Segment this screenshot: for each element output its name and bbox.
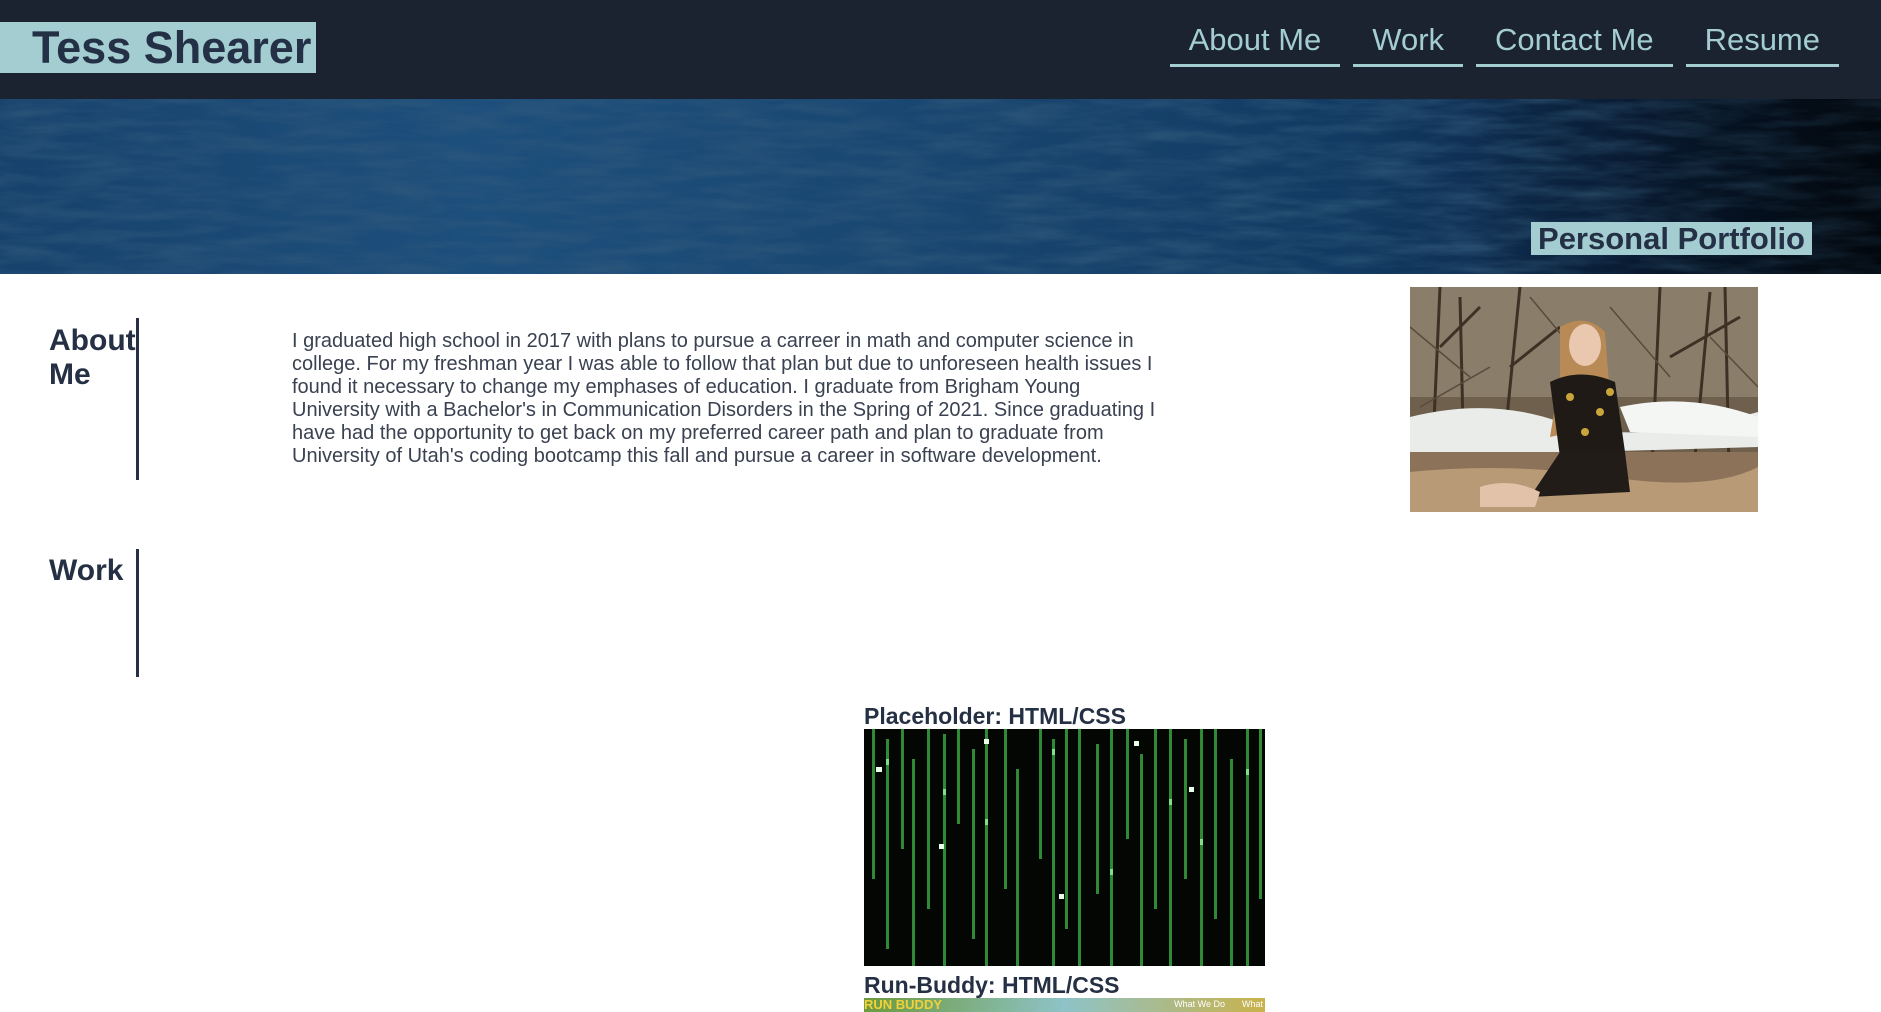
about-line: have had the opportunity to get back on … bbox=[292, 422, 1104, 444]
project-title[interactable]: Placeholder: HTML/CSS bbox=[864, 703, 1126, 729]
about-line: I graduated high school in 2017 with pla… bbox=[292, 330, 1134, 352]
profile-photo bbox=[1410, 287, 1758, 512]
about-heading-line1: About bbox=[49, 324, 136, 357]
nav-about-me[interactable]: About Me bbox=[1169, 18, 1341, 67]
portfolio-badge: Personal Portfolio bbox=[1531, 222, 1812, 255]
about-line: University with a Bachelor's in Communic… bbox=[292, 399, 1156, 421]
about-paragraph: I graduated high school in 2017 with pla… bbox=[292, 330, 1192, 468]
about-divider bbox=[136, 318, 139, 480]
about-line: college. For my freshman year I was able… bbox=[292, 353, 1153, 375]
project-thumbnail[interactable]: RUN BUDDY What We Do What bbox=[864, 998, 1265, 1012]
site-title: Tess Shearer bbox=[0, 22, 316, 73]
work-heading: Work bbox=[49, 554, 124, 587]
nav-contact-me[interactable]: Contact Me bbox=[1476, 18, 1673, 67]
project-thumbnail[interactable] bbox=[864, 729, 1265, 966]
work-divider bbox=[136, 549, 139, 677]
about-line: found it necessary to change my emphases… bbox=[292, 376, 1081, 398]
project-title[interactable]: Run-Buddy: HTML/CSS bbox=[864, 972, 1120, 998]
about-heading: About Me bbox=[49, 324, 136, 392]
thumbnail-brand: RUN BUDDY bbox=[864, 998, 942, 1012]
thumbnail-nav-item: What bbox=[1241, 999, 1263, 1009]
thumbnail-nav-item: What We Do bbox=[1174, 999, 1225, 1009]
nav-work[interactable]: Work bbox=[1353, 18, 1464, 67]
about-heading-line2: Me bbox=[49, 358, 91, 391]
nav-resume[interactable]: Resume bbox=[1685, 18, 1839, 67]
about-line: University of Utah's coding bootcamp thi… bbox=[292, 445, 1102, 467]
hero-banner: Personal Portfolio bbox=[0, 99, 1881, 274]
site-header: Tess Shearer About Me Work Contact Me Re… bbox=[0, 0, 1881, 99]
main-nav: About Me Work Contact Me Resume bbox=[1169, 18, 1839, 67]
